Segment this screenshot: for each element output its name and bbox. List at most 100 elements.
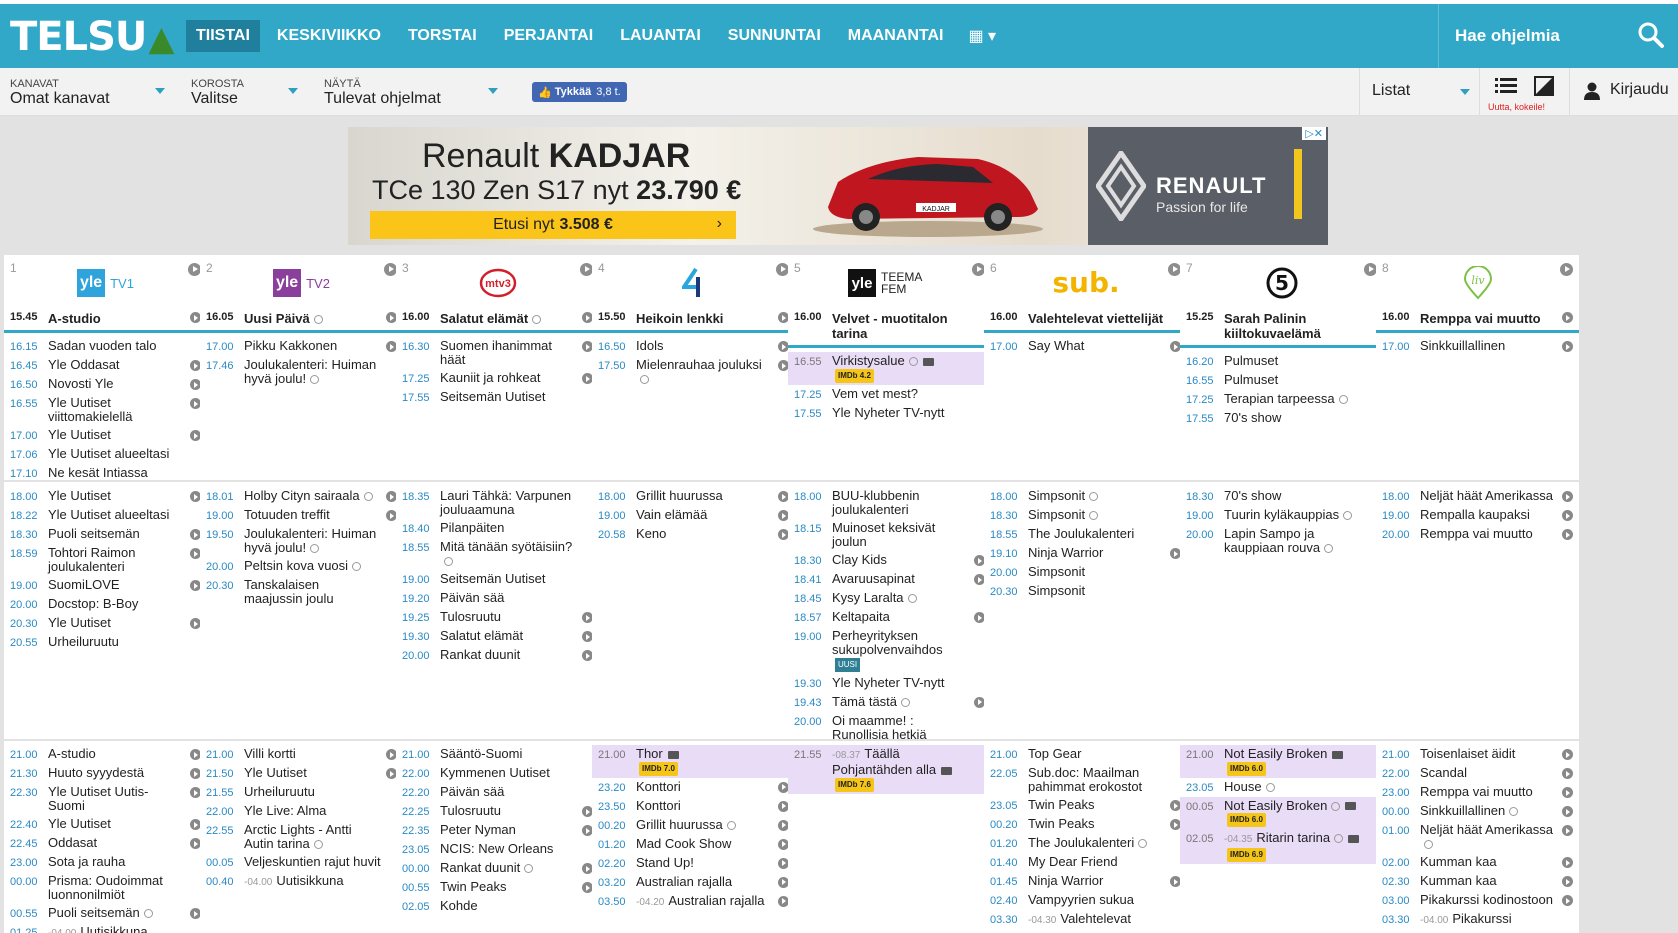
program-title[interactable]: Peltsin kova vuosi [244,558,348,573]
program-title[interactable]: Sarah Palinin kiiltokuvaelämä [1224,311,1321,341]
tab-keskiviikko[interactable]: KESKIVIIKKO [267,20,391,52]
program-row[interactable]: 18.01 Holby Cityn sairaala [200,487,403,506]
program-title[interactable]: Vem vet mest? [832,386,918,401]
program-title[interactable]: Sinkkuillallinen [1420,803,1505,818]
tab-torstai[interactable]: TORSTAI [398,20,487,52]
tab-sunnuntai[interactable]: SUNNUNTAI [718,20,831,52]
info-icon[interactable] [524,864,534,874]
play-icon[interactable] [1562,312,1573,323]
program-row[interactable]: 01.20 The Joulukalenteri [984,834,1187,853]
program-row[interactable]: 19.00 Totuuden treffit [200,506,403,525]
program-title[interactable]: Sääntö-Suomi [440,746,522,761]
program-title[interactable]: NCIS: New Orleans [440,841,553,856]
program-title[interactable]: Mitä tänään syötäisiin? [440,539,572,554]
play-icon[interactable] [1562,895,1573,906]
program-row[interactable]: 19.30 Yle Nyheter TV-nytt [788,674,991,693]
list-view-icon[interactable] [1495,77,1517,95]
current-program[interactable]: 15.45 A-studio [4,308,207,333]
info-icon[interactable] [726,820,736,830]
program-row[interactable]: 16.20 Pulmuset [1180,352,1383,371]
program-row[interactable]: 23.20 Konttori [592,778,795,797]
program-row[interactable]: 23.05 Twin Peaks [984,796,1187,815]
program-title[interactable]: Oi maamme! : Runollisia hetkiä [832,713,927,742]
program-row[interactable]: 17.00 Say What [984,337,1187,356]
program-title[interactable]: SuomiLOVE [48,577,120,592]
program-row[interactable]: 20.30 Tanskalaisen maajussin joulu [200,576,403,608]
program-row[interactable]: 02.20 Stand Up! [592,854,795,873]
program-title[interactable]: Yle Oddasat [48,357,120,372]
program-row[interactable]: 02.30 Kumman kaa [1376,872,1579,891]
calendar-icon[interactable]: ▦ ▾ [960,26,1004,46]
program-row[interactable]: 03.30 -04.00 Pikakurssi [1376,910,1579,930]
program-title[interactable]: Australian rajalla [636,874,732,889]
program-row[interactable]: 22.00 Kymmenen Uutiset [396,764,599,783]
program-row[interactable]: 18.30 Puoli seitsemän [4,525,207,544]
program-row[interactable]: 22.45 Oddasat [4,834,207,853]
program-title[interactable]: Sadan vuoden talo [48,338,156,353]
program-row[interactable]: 19.00 Tuurin kyläkauppias [1180,506,1383,525]
program-row[interactable]: 02.40 Vampyyrien sukua [984,891,1187,910]
program-row[interactable]: 18.57 Keltapaita [788,608,991,627]
program-title[interactable]: Puoli seitsemän [48,905,140,920]
program-row[interactable]: 18.30 Clay Kids [788,551,991,570]
info-icon[interactable] [1424,840,1433,850]
program-title[interactable]: Yle Uutiset [244,765,307,780]
listat-select[interactable]: Listat [1359,68,1479,116]
play-icon[interactable] [1562,341,1573,352]
program-row[interactable]: 19.50 Joulukalenteri: Huiman hyvä joulu! [200,525,403,557]
program-title[interactable]: Yle Uutiset [48,615,111,630]
program-row[interactable]: 16.55 Yle Uutiset viittomakielellä [4,394,207,426]
program-title[interactable]: Tanskalaisen maajussin joulu [244,577,334,606]
info-icon[interactable] [1334,834,1344,844]
play-icon[interactable] [1562,806,1573,817]
program-row[interactable]: 17.55 Yle Nyheter TV-nytt [788,404,991,423]
info-icon[interactable] [907,594,917,604]
play-icon[interactable] [1562,876,1573,887]
play-icon[interactable] [1562,491,1573,502]
program-title[interactable]: Veljeskuntien rajut huvit [244,854,381,869]
program-title[interactable]: Vain elämää [636,507,707,522]
program-title[interactable]: Päivän sää [440,784,504,799]
program-row[interactable]: 22.05 Sub.doc: Maailman pahimmat erokosto… [984,764,1187,796]
program-row[interactable]: 00.20 Grillit huurussa [592,816,795,835]
program-title[interactable]: Kymmenen Uutiset [440,765,550,780]
program-row[interactable]: 18.30 70's show [1180,487,1383,506]
login-button[interactable]: Kirjaudu [1569,68,1678,116]
program-title[interactable]: Ne kesät Intiassa [48,465,148,480]
tab-perjantai[interactable]: PERJANTAI [494,20,604,52]
program-row[interactable]: 16.45 Yle Oddasat [4,356,207,375]
program-row[interactable]: 00.00 Sinkkuillallinen [1376,802,1579,821]
program-title[interactable]: My Dear Friend [1028,854,1118,869]
program-row[interactable]: 01.40 My Dear Friend [984,853,1187,872]
program-title[interactable]: Yle Uutiset alueeltasi [48,507,169,522]
facebook-like-button[interactable]: 👍 Tykkää 3,8 t. [532,82,627,102]
program-title[interactable]: Not Easily Broken [1224,746,1327,761]
program-row[interactable]: 01.25 -04.00 Uutisikkuna [4,923,207,933]
program-row[interactable]: 03.20 Australian rajalla [592,873,795,892]
info-icon[interactable] [1343,511,1353,521]
program-title[interactable]: Remppa vai muutto [1420,526,1533,541]
program-row[interactable]: 19.43 Tämä tästä [788,693,991,712]
program-title[interactable]: Not Easily Broken [1224,798,1327,813]
program-title[interactable]: Konttori [636,798,681,813]
telsu-logo[interactable]: TELSU▲ [10,14,175,60]
program-title[interactable]: Neljät häät Amerikassa [1420,822,1553,837]
search-icon[interactable] [1636,20,1666,50]
current-program[interactable]: 16.00 Remppa vai muutto [1376,308,1579,333]
program-title[interactable]: Arctic Lights - Antti Autin tarina [244,822,352,851]
program-row[interactable]: 16.50 Novosti Yle [4,375,207,394]
program-row[interactable]: 18.00 BUU-klubbenin joulukalenteri [788,487,991,519]
program-title[interactable]: Simpsonit [1028,583,1085,598]
program-title[interactable]: Peter Nyman [440,822,516,837]
program-row[interactable]: 21.00 Toisenlaiset äidit [1376,745,1579,764]
program-row[interactable]: 22.55 Arctic Lights - Antti Autin tarina [200,821,403,853]
program-row[interactable]: 18.30 Simpsonit [984,506,1187,525]
program-title[interactable]: Urheiluruutu [48,634,119,649]
program-title[interactable]: Stand Up! [636,855,694,870]
program-title[interactable]: Top Gear [1028,746,1081,761]
program-row[interactable]: 18.00 Simpsonit [984,487,1187,506]
program-title[interactable]: Pikakurssi kodinostoon [1420,892,1553,907]
program-row[interactable]: 22.40 Yle Uutiset [4,815,207,834]
program-title[interactable]: Velvet - muotitalon tarina [832,311,948,341]
play-icon[interactable] [1562,510,1573,521]
